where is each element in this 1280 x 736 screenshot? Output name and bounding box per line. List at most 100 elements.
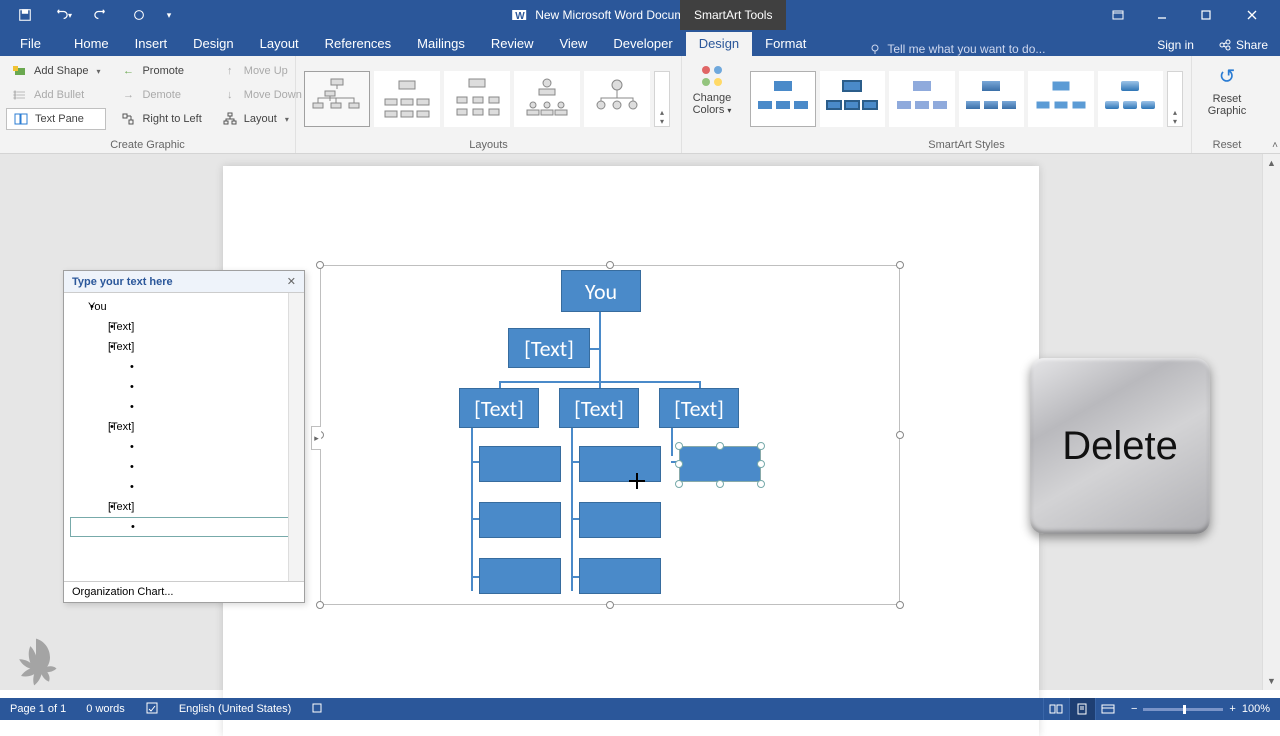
text-pane-item[interactable] [70,397,298,417]
smartart-node-selected[interactable] [679,446,761,482]
demote-button[interactable]: →Demote [114,84,207,106]
collapse-ribbon-icon[interactable]: ˄ [1272,140,1278,151]
layouts-more-button[interactable]: ▴▾ [654,71,670,127]
undo-icon[interactable]: ▾ [46,3,80,27]
zoom-level[interactable]: 100% [1242,703,1270,715]
zoom-in-icon[interactable]: + [1229,703,1235,715]
layout-option-5[interactable] [584,71,650,127]
smartart-node-leaf[interactable] [579,558,661,594]
smartart-node-leaf[interactable] [579,502,661,538]
vertical-scrollbar[interactable]: ▲ ▼ [1262,154,1280,690]
web-layout-icon[interactable] [1095,698,1121,720]
tab-review[interactable]: Review [478,32,547,56]
add-bullet-button[interactable]: Add Bullet [6,84,106,106]
text-pane-footer[interactable]: Organization Chart... [64,581,304,602]
ribbon-options-icon[interactable] [1098,3,1138,27]
ribbon: Add Shape▾ Add Bullet Text Pane ←Promote… [0,56,1280,154]
tell-me-search[interactable]: Tell me what you want to do... [859,42,1145,56]
smartart-node-leaf[interactable] [479,558,561,594]
redo-icon[interactable] [84,3,118,27]
spellcheck-icon[interactable] [135,701,169,718]
style-option-5[interactable] [1028,71,1094,127]
smartart-node-leaf[interactable] [479,502,561,538]
maximize-icon[interactable] [1186,3,1226,27]
status-words[interactable]: 0 words [76,703,135,715]
tab-layout[interactable]: Layout [247,32,312,56]
reset-graphic-button[interactable]: ↺ Reset Graphic [1198,60,1256,121]
sign-in-link[interactable]: Sign in [1145,34,1206,56]
tab-design-main[interactable]: Design [180,32,246,56]
layout-option-1[interactable] [304,71,370,127]
layout-option-2[interactable] [374,71,440,127]
text-pane-item[interactable] [70,357,298,377]
tab-smartart-design[interactable]: Design [686,32,752,56]
text-pane-item[interactable] [70,477,298,497]
save-icon[interactable] [8,3,42,27]
zoom-out-icon[interactable]: − [1131,703,1137,715]
text-pane-close-icon[interactable]: ✕ [287,275,296,288]
smartart-node-child-2[interactable]: [Text] [559,388,639,428]
zoom-controls[interactable]: − + 100% [1121,703,1280,715]
styles-more-button[interactable]: ▴▾ [1167,71,1183,127]
layout-option-3[interactable] [444,71,510,127]
contextual-tab-label: SmartArt Tools [680,0,786,30]
close-icon[interactable] [1230,3,1274,27]
smartart-selection-frame[interactable]: ▸ You [Text] [Text] [Text] [Text] [320,265,900,605]
ribbon-tabs: File Home Insert Design Layout Reference… [0,30,1280,56]
text-pane-item[interactable] [70,377,298,397]
text-pane-toggle[interactable]: ▸ [311,426,321,450]
text-pane-item[interactable]: [Text] [70,317,298,337]
tab-developer[interactable]: Developer [600,32,685,56]
group-layouts: ▴▾ Layouts [296,56,682,153]
change-colors-button[interactable]: Change Colors ▾ [688,60,736,120]
text-pane-item[interactable] [70,457,298,477]
tab-view[interactable]: View [546,32,600,56]
text-pane[interactable]: Type your text here ✕ You [Text] [Text] … [63,270,305,603]
macro-icon[interactable] [301,702,333,717]
add-shape-button[interactable]: Add Shape▾ [6,60,106,82]
share-button[interactable]: Share [1206,34,1280,56]
text-pane-button[interactable]: Text Pane [6,108,106,130]
status-page[interactable]: Page 1 of 1 [0,703,76,715]
smartart-node-assistant[interactable]: [Text] [508,328,590,368]
style-option-2[interactable] [820,71,886,127]
word-icon: W [511,7,527,23]
status-language[interactable]: English (United States) [169,703,302,715]
style-option-3[interactable] [889,71,955,127]
right-to-left-button[interactable]: Right to Left [114,108,207,130]
tab-references[interactable]: References [312,32,404,56]
tab-home[interactable]: Home [61,32,122,56]
smartart-node-child-3[interactable]: [Text] [659,388,739,428]
zoom-slider[interactable] [1143,708,1223,711]
text-pane-item[interactable]: [Text] [70,417,298,437]
text-pane-item[interactable] [70,437,298,457]
minimize-icon[interactable] [1142,3,1182,27]
print-layout-icon[interactable] [1069,698,1095,720]
style-option-4[interactable] [959,71,1025,127]
smartart-node-child-1[interactable]: [Text] [459,388,539,428]
text-pane-item[interactable]: [Text] [70,337,298,357]
move-down-button[interactable]: ↓Move Down [216,84,308,106]
tab-mailings[interactable]: Mailings [404,32,478,56]
read-mode-icon[interactable] [1043,698,1069,720]
tab-file[interactable]: File [0,32,61,56]
text-pane-item-selected[interactable] [70,517,298,537]
style-option-6[interactable] [1098,71,1164,127]
smartart-node-leaf[interactable] [579,446,661,482]
text-pane-scrollbar[interactable] [288,293,304,581]
circle-icon[interactable] [122,3,156,27]
smartart-node-leaf[interactable] [479,446,561,482]
text-pane-body[interactable]: You [Text] [Text] [Text] [Text] [64,293,304,581]
tab-insert[interactable]: Insert [122,32,181,56]
layout-button[interactable]: Layout▾ [216,108,308,130]
promote-button[interactable]: ←Promote [114,60,207,82]
smartart-node-root[interactable]: You [561,270,641,312]
text-pane-item[interactable]: You [70,297,298,317]
move-up-button[interactable]: ↑Move Up [216,60,308,82]
tab-smartart-format[interactable]: Format [752,32,819,56]
text-pane-item[interactable]: [Text] [70,497,298,517]
quick-access-toolbar: ▾ ▾ [0,3,178,27]
layout-option-4[interactable] [514,71,580,127]
style-option-1[interactable] [750,71,816,127]
qat-customize-icon[interactable]: ▾ [160,3,178,27]
